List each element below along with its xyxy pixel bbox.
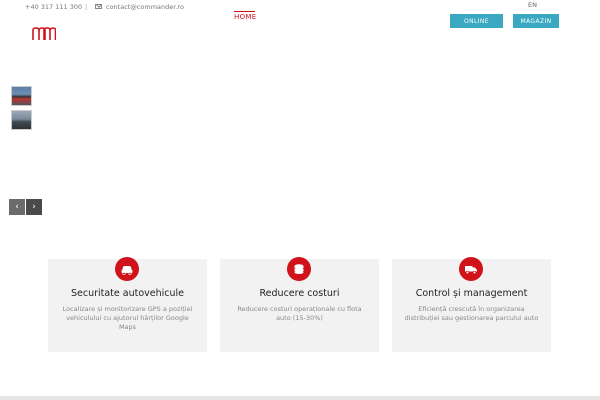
language-selector[interactable]: EN <box>528 1 537 9</box>
slider-thumbnail[interactable] <box>11 110 32 130</box>
feature-card-costs: Reducere costuri Reducere costuri operaț… <box>220 257 379 352</box>
footer-divider <box>0 396 600 400</box>
feature-description: Reducere costuri operaționale cu flota a… <box>237 305 362 322</box>
slider-thumbnail[interactable] <box>11 86 32 106</box>
feature-title: Control și management <box>415 288 528 299</box>
nav-active-indicator <box>234 11 255 12</box>
email-link[interactable]: contact@commander.ro <box>106 3 184 11</box>
feature-card-control: Control și management Eficiență crescută… <box>392 257 551 352</box>
top-bar: +40 317 111 300 | contact@commander.ro E… <box>0 0 600 12</box>
feature-title: Securitate autovehicule <box>70 288 185 299</box>
nav-home-link[interactable]: HOME <box>234 13 256 21</box>
magazin-button[interactable]: MAGAZIN <box>513 14 559 28</box>
coins-icon <box>287 257 311 281</box>
slider-next-button[interactable]: › <box>26 199 42 215</box>
slider-prev-button[interactable]: ‹ <box>9 199 25 215</box>
feature-title: Reducere costuri <box>259 288 340 299</box>
online-button[interactable]: ONLINE <box>450 14 503 28</box>
phone-number[interactable]: +40 317 111 300 <box>25 3 82 11</box>
feature-description: Eficiență crescută în organizarea distri… <box>404 305 539 322</box>
feature-description: Localizare și monitorizare GPS a poziție… <box>62 305 193 331</box>
topbar-separator: | <box>85 3 88 11</box>
feature-card-security: Securitate autovehicule Localizare și mo… <box>48 257 207 352</box>
envelope-icon <box>95 4 102 9</box>
car-icon <box>115 257 139 281</box>
commander-logo[interactable] <box>32 27 56 41</box>
truck-icon <box>459 257 483 281</box>
